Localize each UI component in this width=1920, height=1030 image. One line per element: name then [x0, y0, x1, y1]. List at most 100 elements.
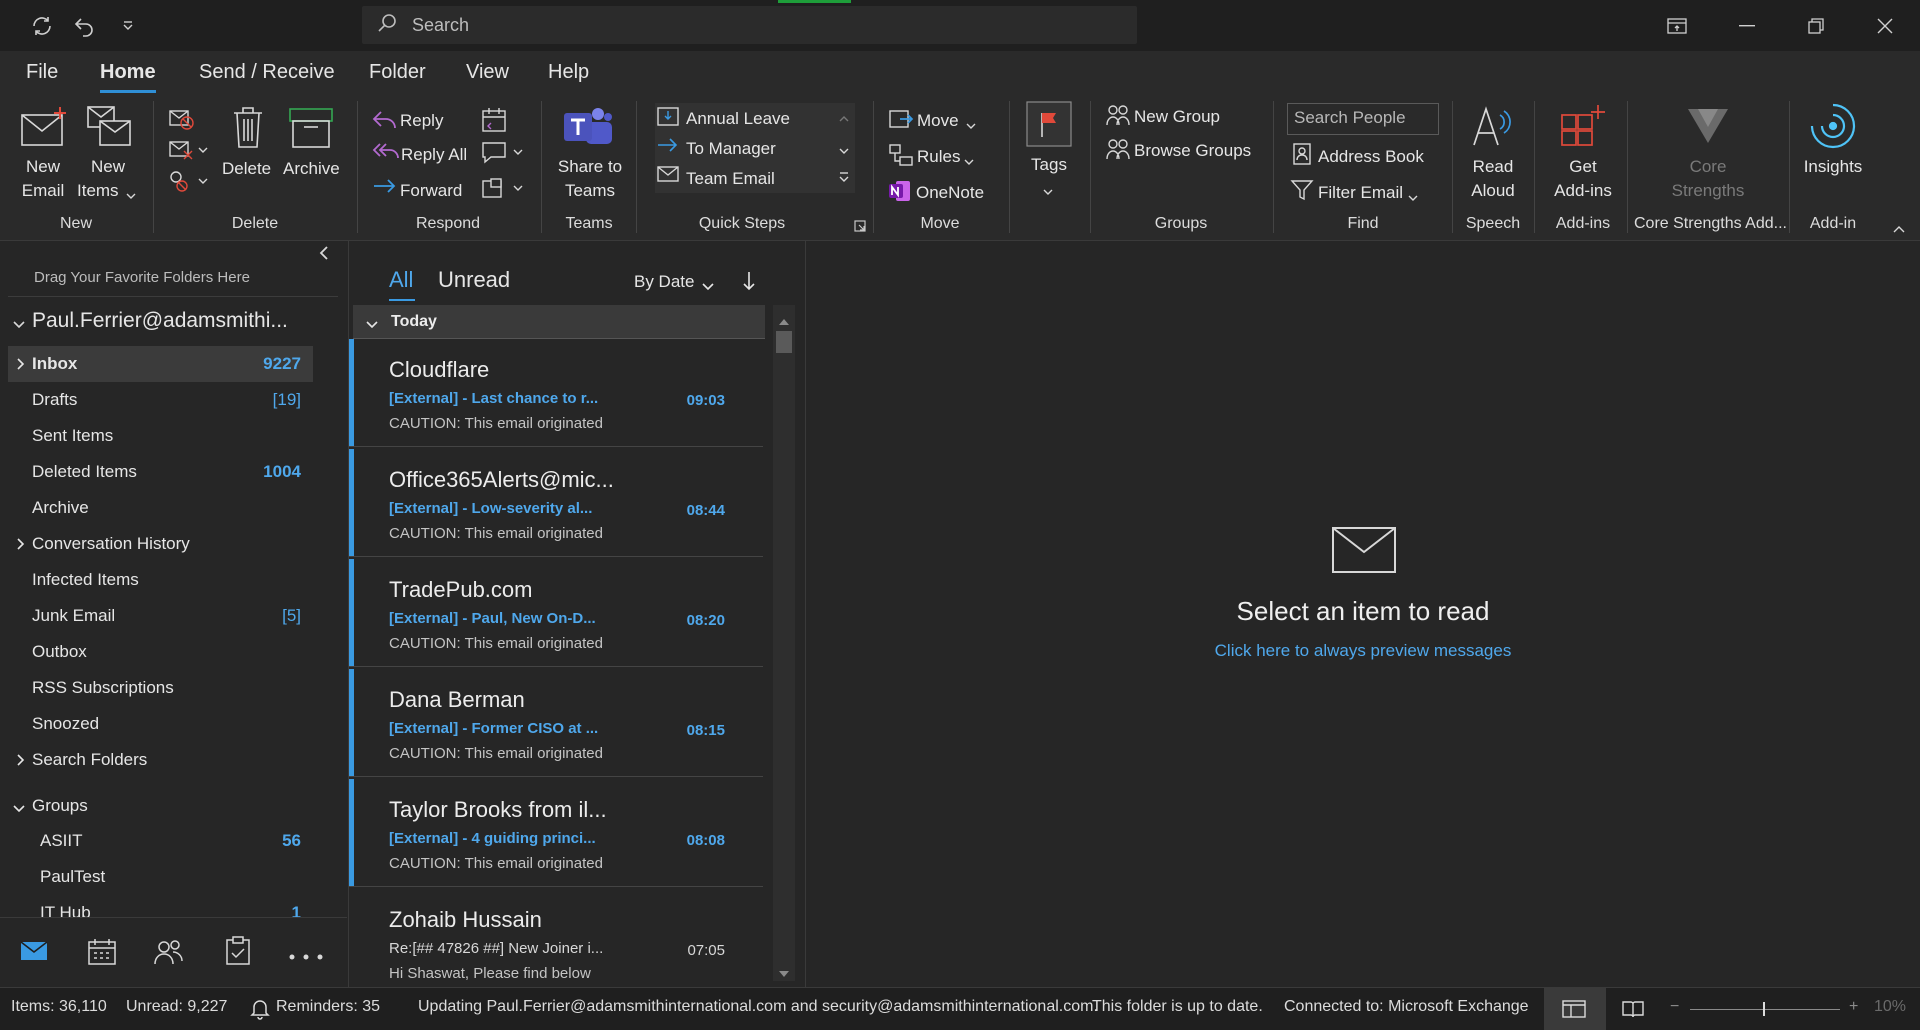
dialog-launcher-icon[interactable] [854, 219, 866, 237]
tab-home[interactable]: Home [100, 61, 156, 93]
group-label-delete: Delete [231, 215, 279, 232]
group-paultest[interactable]: PaulTest [40, 867, 105, 887]
new-email-label-2: Email [21, 181, 65, 200]
clean-up-icon[interactable] [168, 139, 208, 166]
new-email-icon [20, 107, 68, 154]
folder-outbox[interactable]: Outbox [32, 642, 87, 662]
tab-help[interactable]: Help [548, 61, 589, 84]
chevron-down-icon [1043, 183, 1053, 201]
calendar-icon[interactable] [87, 938, 117, 971]
message-sender: Zohaib Hussain [389, 907, 542, 932]
sort-direction-icon[interactable] [742, 271, 756, 296]
insights-icon [1808, 101, 1858, 156]
message-item[interactable]: Taylor Brooks from il... [External] - 4 … [349, 779, 763, 887]
message-item[interactable]: Zohaib Hussain Re:[## 47826 ##] New Join… [349, 889, 763, 997]
message-time: 08:08 [686, 832, 725, 849]
folder-infected-items[interactable]: Infected Items [32, 570, 139, 590]
preview-messages-link[interactable]: Click here to always preview messages [806, 641, 1920, 661]
tab-folder[interactable]: Folder [369, 61, 426, 84]
undo-icon[interactable] [68, 10, 100, 42]
message-item[interactable]: Cloudflare [External] - Last chance to r… [349, 339, 763, 447]
scroll-down-icon[interactable] [778, 965, 790, 983]
search-people-input[interactable]: Search People [1287, 103, 1439, 135]
groups-header[interactable]: Groups [32, 796, 88, 816]
chevron-down-icon [126, 187, 136, 205]
zoom-slider[interactable] [1690, 1009, 1840, 1010]
ribbon-separator [153, 101, 154, 233]
gallery-more-icon[interactable] [838, 171, 850, 190]
customize-toolbar-icon[interactable] [112, 10, 144, 42]
group-label-speech: Speech [1465, 215, 1521, 232]
ribbon-display-options-icon[interactable] [1642, 0, 1712, 51]
junk-icon[interactable] [168, 169, 208, 198]
chevron-right-icon[interactable] [16, 753, 26, 772]
status-connected: Connected to: Microsoft Exchange [1284, 998, 1529, 1015]
zoom-out-button[interactable]: − [1670, 998, 1679, 1016]
restore-icon[interactable] [1781, 0, 1851, 51]
folder-junk-email-label: Junk Email [32, 606, 116, 625]
zoom-in-button[interactable]: + [1849, 998, 1858, 1016]
chevron-down-icon [701, 279, 715, 297]
core-strengths-label-2: Strengths [1671, 181, 1745, 200]
group-header-today[interactable]: Today [353, 305, 765, 339]
message-time: 08:44 [686, 502, 725, 519]
folder-conversation-history[interactable]: Conversation History [32, 534, 190, 554]
message-item[interactable]: TradePub.com [External] - Paul, New On-D… [349, 559, 763, 667]
group-it-hub-label[interactable]: IT Hub [40, 903, 91, 917]
insights-label: Insights [1803, 157, 1863, 176]
folder-rss-subscriptions[interactable]: RSS Subscriptions [32, 678, 174, 698]
ignore-icon[interactable] [168, 107, 194, 136]
close-icon[interactable] [1850, 0, 1920, 51]
chevron-right-icon[interactable] [16, 357, 26, 376]
tab-unread[interactable]: Unread [438, 267, 510, 293]
sync-icon[interactable] [26, 10, 58, 42]
minimize-icon[interactable] [1712, 0, 1782, 51]
chevron-down-icon[interactable] [12, 801, 26, 819]
search-icon [376, 12, 398, 39]
message-item[interactable]: Dana Berman [External] - Former CISO at … [349, 669, 763, 777]
folder-archive[interactable]: Archive [32, 498, 89, 518]
tab-all[interactable]: All [389, 267, 413, 293]
meeting-reply-icon[interactable] [481, 107, 507, 138]
archive-icon [288, 107, 334, 154]
scroll-up-icon[interactable] [778, 313, 790, 331]
people-icon[interactable] [153, 938, 185, 971]
im-reply-icon[interactable] [481, 141, 525, 170]
account-name: Paul.Ferrier@adamsmithi... [32, 309, 288, 332]
more-respond-icon[interactable] [481, 177, 525, 206]
tasks-icon[interactable] [225, 936, 251, 971]
normal-view-button[interactable] [1544, 988, 1606, 1030]
tab-send-receive[interactable]: Send / Receive [199, 61, 335, 84]
ribbon-separator [1534, 101, 1535, 233]
collapse-ribbon-icon[interactable] [1892, 221, 1906, 239]
folder-sent-items[interactable]: Sent Items [32, 426, 113, 446]
status-items: Items: 36,110 [11, 998, 107, 1015]
more-icon[interactable] [288, 948, 324, 966]
tab-file[interactable]: File [26, 61, 58, 84]
delete-label: Delete [222, 159, 272, 178]
folder-search-folders[interactable]: Search Folders [32, 750, 147, 770]
mail-icon[interactable] [20, 940, 48, 967]
arrow-right-icon [656, 137, 680, 158]
message-list-scrollbar[interactable] [773, 305, 795, 981]
gallery-up-icon[interactable] [838, 111, 850, 129]
zoom-slider-thumb[interactable] [1763, 1002, 1765, 1016]
gallery-down-icon[interactable] [838, 143, 850, 161]
search-input[interactable]: Search [362, 6, 1137, 44]
collapse-folder-pane-icon[interactable] [318, 245, 330, 266]
new-email-label-1: New [25, 157, 60, 176]
chevron-down-icon [964, 153, 974, 171]
favorites-hint: Drag Your Favorite Folders Here [34, 269, 250, 286]
reply-all-label: Reply All [401, 145, 468, 164]
reading-view-icon[interactable] [1622, 1000, 1644, 1023]
message-item[interactable]: Office365Alerts@mic... [External] - Low-… [349, 449, 763, 557]
folder-junk-email-count: [5] [282, 606, 301, 625]
chevron-right-icon[interactable] [16, 537, 26, 556]
group-label-addins: Add-ins [1555, 215, 1611, 232]
normal-view-icon [1562, 1000, 1586, 1023]
status-reminders[interactable]: Reminders: 35 [276, 998, 380, 1016]
scrollbar-thumb[interactable] [776, 331, 792, 353]
tab-view[interactable]: View [466, 61, 509, 84]
folder-snoozed[interactable]: Snoozed [32, 714, 99, 734]
zoom-level[interactable]: 10% [1874, 998, 1906, 1016]
